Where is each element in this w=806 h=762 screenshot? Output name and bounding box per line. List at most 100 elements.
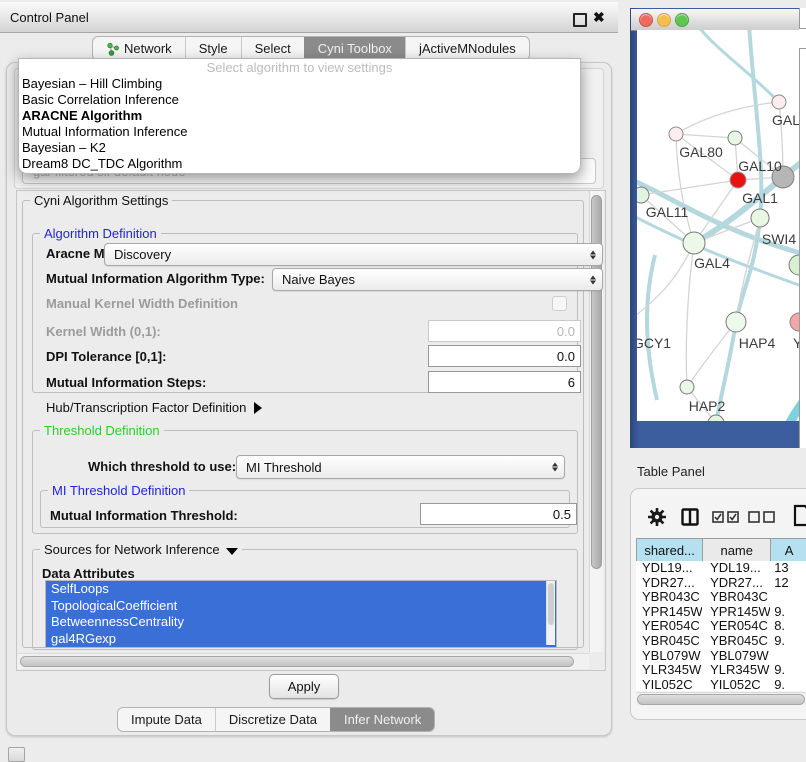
hub-definition-label: Hub/Transcription Factor Definition — [46, 400, 246, 415]
deselect-all-columns-icon[interactable] — [748, 511, 776, 523]
tab-network[interactable]: Network — [93, 37, 185, 60]
tab-discretize-data[interactable]: Discretize Data — [215, 708, 330, 731]
gear-icon[interactable] — [647, 507, 667, 527]
node-gal10[interactable] — [728, 131, 742, 145]
sources-title-wrap[interactable]: Sources for Network Inference — [40, 542, 242, 557]
table-panel-title: Table Panel — [637, 464, 705, 479]
node-label: SWI4 — [762, 231, 796, 247]
node-gal11[interactable] — [637, 187, 649, 203]
node-hap2[interactable] — [680, 380, 694, 394]
dropdown-option[interactable]: Mutual Information Inference — [19, 124, 580, 140]
mi-steps-value: 6 — [568, 375, 575, 390]
threshold-definition-title: Threshold Definition — [40, 423, 164, 438]
sources-title: Sources for Network Inference — [44, 542, 220, 557]
data-attributes-list: SelfLoops TopologicalCoefficient Between… — [45, 580, 557, 648]
collapse-arrow-icon — [226, 548, 238, 555]
attribute-item[interactable]: gal4RGexp — [46, 631, 556, 648]
table-row[interactable]: YER054CYER054C8. — [636, 619, 806, 634]
hub-definition-expander[interactable]: Hub/Transcription Factor Definition — [46, 400, 262, 415]
kernel-width-value: 0.0 — [557, 324, 575, 339]
scrollbar-thumb[interactable] — [637, 694, 805, 705]
dropdown-option[interactable]: Basic Correlation Inference — [19, 92, 580, 108]
network-window-titlebar[interactable] — [631, 9, 799, 31]
table-body: YDL19...YDL19...13 YDR27...YDR27...12 YB… — [636, 561, 806, 691]
mi-threshold-label: Mutual Information Threshold: — [50, 508, 238, 523]
float-window-icon[interactable] — [573, 13, 587, 27]
column-header-shared-name[interactable]: shared... — [637, 539, 703, 561]
attribute-item[interactable]: TopologicalCoefficient — [46, 598, 556, 615]
tab-infer-network[interactable]: Infer Network — [330, 708, 434, 731]
apply-button[interactable]: Apply — [269, 674, 339, 699]
close-traffic-light-icon[interactable] — [639, 13, 653, 27]
scrollbar-thumb[interactable] — [548, 583, 554, 625]
network-canvas[interactable]: GAL GAL80 GAL10 GAL1 GAL11 SWI4 GAL4 GCY… — [637, 30, 799, 421]
node-gal4[interactable] — [683, 232, 705, 254]
mi-algorithm-type-value: Naive Bayes — [282, 272, 355, 287]
table-row[interactable]: YPR145WYPR145W9. — [636, 605, 806, 620]
attribute-item[interactable]: BetweennessCentrality — [46, 614, 556, 631]
tab-discretize-data-label: Discretize Data — [229, 712, 317, 727]
node-salmon[interactable] — [790, 313, 799, 331]
dropdown-option[interactable]: Dream8 DC_TDC Algorithm — [19, 156, 580, 172]
settings-horizontal-scrollbar[interactable] — [17, 653, 589, 669]
zoom-traffic-light-icon[interactable] — [675, 13, 689, 27]
dpi-tolerance-label: DPI Tolerance [0,1]: — [46, 349, 166, 364]
tab-jactivemnodules[interactable]: jActiveMNodules — [405, 37, 529, 60]
aracne-mode-combo[interactable]: Discovery — [104, 243, 603, 266]
mi-steps-field[interactable]: 6 — [428, 371, 581, 393]
node[interactable] — [789, 255, 799, 275]
dropdown-option[interactable]: Bayesian – Hill Climbing — [19, 76, 580, 92]
close-icon[interactable]: ✖ — [593, 10, 605, 24]
table-horizontal-scrollbar[interactable] — [636, 692, 806, 705]
dpi-tolerance-field[interactable]: 0.0 — [428, 345, 581, 367]
split-columns-icon[interactable] — [681, 508, 699, 526]
minimize-traffic-light-icon[interactable] — [657, 13, 671, 27]
kernel-width-label: Kernel Width (0,1): — [46, 324, 161, 339]
column-header-partial[interactable]: A — [771, 539, 806, 561]
select-all-columns-icon[interactable] — [712, 511, 740, 523]
dropdown-option[interactable]: Bayesian – K2 — [19, 140, 580, 156]
node-label: Y — [793, 335, 799, 351]
apply-button-label: Apply — [288, 679, 321, 694]
node-hap4[interactable] — [726, 312, 746, 332]
node-gal1-selected[interactable] — [730, 172, 746, 188]
node-label: GAL11 — [646, 204, 689, 220]
mi-threshold-field[interactable]: 0.5 — [420, 503, 577, 525]
kernel-width-field[interactable]: 0.0 — [428, 320, 581, 342]
table-row[interactable]: YBR043CYBR043C — [636, 590, 806, 605]
mi-threshold-value: 0.5 — [553, 507, 571, 522]
tab-style-label: Style — [199, 41, 228, 56]
table-header: shared... name A — [636, 538, 806, 562]
tab-impute-data[interactable]: Impute Data — [118, 708, 215, 731]
tab-cyni-toolbox[interactable]: Cyni Toolbox — [304, 37, 405, 60]
scrollbar-thumb[interactable] — [20, 656, 574, 667]
control-panel-title: Control Panel — [10, 10, 89, 25]
tab-network-label: Network — [124, 41, 172, 56]
stepper-arrows-icon — [590, 275, 596, 284]
node[interactable] — [772, 95, 786, 109]
manual-kernel-width-checkbox[interactable] — [552, 296, 567, 311]
tab-impute-data-label: Impute Data — [131, 712, 202, 727]
table-row[interactable]: YDR27...YDR27...12 — [636, 576, 806, 591]
tab-select-label: Select — [255, 41, 291, 56]
attribute-item[interactable]: SelfLoops — [46, 581, 556, 598]
table-row[interactable]: YBR045CYBR045C9. — [636, 634, 806, 649]
export-table-icon[interactable] — [793, 504, 806, 527]
dropdown-option-selected[interactable]: ARACNE Algorithm — [19, 108, 580, 124]
dropdown-hint: Select algorithm to view settings — [19, 59, 580, 76]
panel-grip[interactable] — [8, 747, 25, 762]
stepper-arrows-icon — [552, 463, 558, 472]
column-header-name[interactable]: name — [703, 539, 771, 561]
tab-jactivemnodules-label: jActiveMNodules — [419, 41, 516, 56]
mi-algorithm-type-combo[interactable]: Naive Bayes — [272, 268, 603, 291]
table-row[interactable]: YDL19...YDL19...13 — [636, 561, 806, 576]
attributes-list-scrollbar[interactable] — [546, 581, 555, 645]
table-row[interactable]: YIL052CYIL052C9. — [636, 678, 806, 691]
which-threshold-combo[interactable]: MI Threshold — [236, 455, 565, 479]
table-row[interactable]: YBL079WYBL079W — [636, 649, 806, 664]
table-row[interactable]: YLR345WYLR345W9. — [636, 663, 806, 678]
node-gal80[interactable] — [669, 127, 683, 141]
node-swi4[interactable] — [751, 209, 769, 227]
tab-select[interactable]: Select — [241, 37, 304, 60]
tab-style[interactable]: Style — [185, 37, 241, 60]
